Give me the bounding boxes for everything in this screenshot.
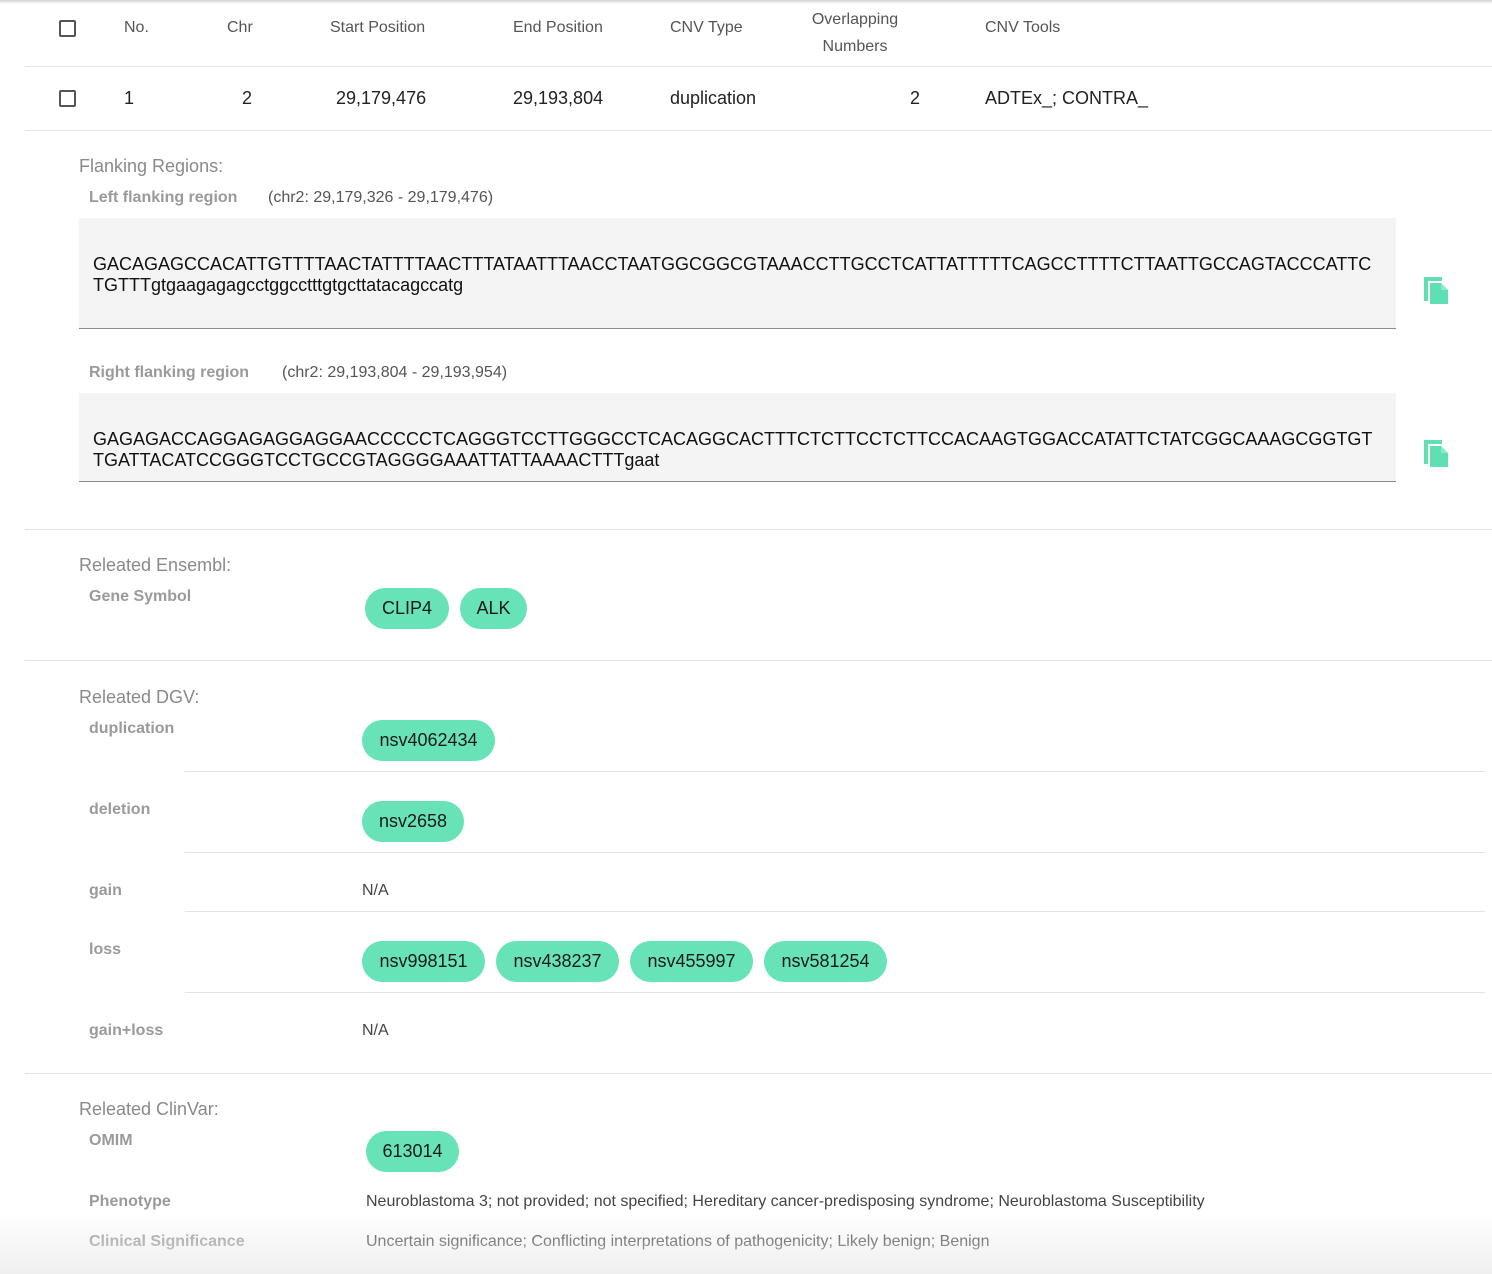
gene-chip[interactable]: ALK: [460, 588, 527, 629]
clinvar-title: Releated ClinVar:: [79, 1099, 219, 1119]
dgv-row-divider: [185, 771, 1485, 772]
dgv-chip[interactable]: nsv998151: [362, 941, 485, 982]
left-flanking-sequence-box[interactable]: GACAGAGCCACATTGTTTTAACTATTTTAACTTTATAATT…: [79, 218, 1396, 329]
dgv-chip[interactable]: nsv4062434: [362, 720, 495, 761]
top-shadow: [0, 0, 1492, 4]
select-all-checkbox[interactable]: [59, 20, 76, 37]
left-flanking-label: Left flanking region: [89, 189, 238, 206]
right-flanking-coords: (chr2: 29,193,804 - 29,193,954): [282, 364, 508, 381]
copy-icon[interactable]: [1422, 273, 1450, 305]
cell-cnv-type: duplication: [670, 88, 757, 108]
right-flanking-sequence: GAGAGACCAGGAGAGGAGGAACCCCCTCAGGGTCCTTGGG…: [93, 429, 1373, 470]
dgv-value-gain: N/A: [362, 882, 389, 899]
omim-label: OMIM: [89, 1132, 133, 1149]
dgv-label-duplication: duplication: [89, 720, 175, 737]
header-overlapping-line1: Overlapping: [811, 11, 899, 28]
clinical-significance-value: Uncertain significance; Conflicting inte…: [366, 1233, 990, 1250]
cell-chr: 2: [242, 88, 253, 108]
dgv-chip[interactable]: nsv455997: [630, 941, 753, 982]
gene-symbol-label: Gene Symbol: [89, 588, 192, 605]
dgv-value-gain-loss: N/A: [362, 1022, 389, 1039]
right-flanking-sequence-box[interactable]: GAGAGACCAGGAGAGGAGGAACCCCCTCAGGGTCCTTGGG…: [79, 393, 1396, 482]
header-overlapping-numbers: Overlapping Numbers: [790, 6, 920, 60]
omim-chip[interactable]: 613014: [366, 1131, 459, 1172]
dgv-chip[interactable]: nsv438237: [496, 941, 619, 982]
row-checkbox[interactable]: [59, 90, 76, 107]
phenotype-label: Phenotype: [89, 1193, 171, 1210]
dgv-row-divider: [185, 911, 1485, 912]
section-divider: [25, 529, 1492, 530]
right-flanking-label: Right flanking region: [89, 364, 249, 381]
left-flanking-sequence: GACAGAGCCACATTGTTTTAACTATTTTAACTTTATAATT…: [93, 254, 1372, 295]
dgv-label-loss: loss: [89, 941, 122, 958]
header-cnv-type: CNV Type: [670, 19, 743, 36]
dgv-label-gain-loss: gain+loss: [89, 1022, 164, 1039]
left-flanking-coords: (chr2: 29,179,326 - 29,179,476): [268, 189, 494, 206]
dgv-label-gain: gain: [89, 882, 122, 899]
phenotype-value: Neuroblastoma 3; not provided; not speci…: [366, 1193, 1205, 1210]
flanking-regions-title: Flanking Regions:: [79, 156, 224, 176]
cell-no: 1: [124, 88, 135, 108]
section-divider: [25, 1073, 1492, 1074]
gene-chip[interactable]: CLIP4: [365, 588, 449, 629]
header-end-position: End Position: [513, 19, 603, 36]
row-divider: [25, 130, 1492, 131]
header-start-position: Start Position: [330, 19, 426, 36]
cell-end-position: 29,193,804: [513, 88, 604, 108]
dgv-label-deletion: deletion: [89, 801, 151, 818]
header-overlapping-line2: Numbers: [822, 38, 888, 55]
header-no: No.: [124, 19, 149, 36]
dgv-title: Releated DGV:: [79, 687, 200, 707]
dgv-chip[interactable]: nsv2658: [362, 801, 464, 842]
header-divider: [25, 66, 1492, 67]
copy-icon[interactable]: [1422, 436, 1450, 468]
cell-overlapping-numbers: 2: [910, 88, 921, 108]
header-chr: Chr: [227, 19, 253, 36]
section-divider: [25, 660, 1492, 661]
dgv-row-divider: [185, 992, 1485, 993]
clinical-significance-label: Clinical Significance: [89, 1233, 245, 1250]
ensembl-title: Releated Ensembl:: [79, 555, 232, 575]
cell-cnv-tools: ADTEx_; CONTRA_: [985, 88, 1149, 108]
header-cnv-tools: CNV Tools: [985, 19, 1061, 36]
dgv-chip[interactable]: nsv581254: [764, 941, 887, 982]
dgv-row-divider: [185, 852, 1485, 853]
cell-start-position: 29,179,476: [336, 88, 427, 108]
